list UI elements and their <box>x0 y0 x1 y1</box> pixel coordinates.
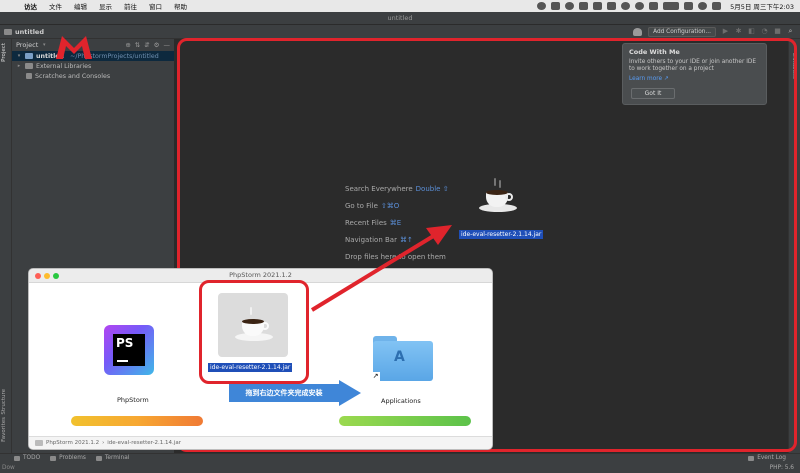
tool-tab-terminal[interactable]: Terminal <box>95 455 130 461</box>
tray-icon[interactable] <box>593 2 603 10</box>
tab-label: Terminal <box>104 455 130 461</box>
status-message: Dow <box>2 465 15 471</box>
tool-tab-project[interactable]: Project <box>1 43 11 62</box>
tray-icon[interactable] <box>621 2 631 10</box>
tool-tab-favorites[interactable]: Favorites <box>1 417 11 442</box>
menu-go[interactable]: 前往 <box>118 1 143 11</box>
menu-window[interactable]: 窗口 <box>143 1 168 11</box>
phpstorm-logo-bar <box>117 360 128 362</box>
phpstorm-bar <box>71 416 203 426</box>
control-center-icon[interactable] <box>712 2 722 10</box>
arrow-right-icon <box>339 380 361 406</box>
profile-icon[interactable]: ◔ <box>761 28 768 35</box>
toolbar: untitled Add Configuration... ▶ ✱ ◧ ◔ ■ … <box>0 25 800 39</box>
menu-help[interactable]: 帮助 <box>168 1 193 11</box>
php-version[interactable]: PHP: 5.6 <box>770 465 794 471</box>
menu-file[interactable]: 文件 <box>43 1 68 11</box>
run-icon[interactable]: ▶ <box>722 28 729 35</box>
chevron-right-icon[interactable]: ▸ <box>16 63 22 69</box>
tool-tab-todo[interactable]: TODO <box>14 455 40 461</box>
locate-icon[interactable]: ⊕ <box>125 41 130 49</box>
status-tray: 5月5日 周三下午2:03 <box>537 1 800 11</box>
battery-icon[interactable] <box>663 2 680 10</box>
app-store-glyph: A <box>394 349 405 365</box>
tree-item-label: External Libraries <box>36 62 92 70</box>
menu-view[interactable]: 显示 <box>93 1 118 11</box>
jar-highlight-card: ide-eval-resetter-2.1.14.jar <box>199 280 309 384</box>
coverage-icon[interactable]: ◧ <box>748 28 755 35</box>
event-log-label: Event Log <box>757 455 786 461</box>
window-title: untitled <box>0 12 800 25</box>
tray-icon[interactable] <box>635 2 645 10</box>
navbar-project[interactable]: untitled <box>0 28 44 36</box>
applications-folder-icon[interactable]: A ↗ <box>371 336 433 382</box>
menu-bar: 访达 文件 编辑 显示 前往 窗口 帮助 5月5日 周三下午2:03 <box>0 0 800 12</box>
tab-label: TODO <box>23 455 41 461</box>
problems-icon <box>50 455 57 461</box>
chevron-down-icon[interactable]: ▾ <box>16 53 22 59</box>
alias-arrow-icon: ↗ <box>371 372 380 381</box>
gear-icon[interactable]: ⚙ <box>154 41 160 49</box>
watermark-logo <box>56 36 92 59</box>
tray-icon[interactable] <box>579 2 589 10</box>
scratches-icon <box>26 73 32 79</box>
tray-icon[interactable] <box>551 2 561 10</box>
folder-icon <box>25 53 33 59</box>
left-tool-strip: Project Structure Favorites <box>0 39 12 453</box>
installer-jar-label[interactable]: ide-eval-resetter-2.1.14.jar <box>208 363 293 372</box>
terminal-icon <box>95 455 102 461</box>
project-view-selector[interactable]: Project <box>16 41 38 49</box>
tool-tab-structure[interactable]: Structure <box>1 389 11 415</box>
library-icon <box>25 63 33 69</box>
cup-handle <box>261 322 269 330</box>
wifi-icon[interactable] <box>684 2 694 10</box>
search-everywhere-icon[interactable]: ⌕ <box>787 28 794 35</box>
tray-icon[interactable] <box>565 2 575 10</box>
tree-item-scratches[interactable]: Scratches and Consoles <box>12 71 174 81</box>
tray-icon[interactable] <box>537 2 547 10</box>
event-log-button[interactable]: Event Log <box>748 455 786 461</box>
add-configuration-button[interactable]: Add Configuration... <box>648 26 716 37</box>
chevron-right-icon: › <box>102 440 105 446</box>
list-icon <box>14 455 20 461</box>
install-instruction-text: 拖到右边文件夹完成安装 <box>229 384 339 402</box>
status-path-file[interactable]: ide-eval-resetter-2.1.14.jar <box>107 440 181 446</box>
event-log-icon <box>748 455 755 461</box>
phpstorm-label: PhpStorm <box>117 396 149 404</box>
debug-icon[interactable]: ✱ <box>735 28 742 35</box>
hide-icon[interactable]: — <box>164 41 171 49</box>
tool-tab-problems[interactable]: Problems <box>50 455 86 461</box>
jar-tile[interactable] <box>218 293 288 357</box>
tree-item-external-libraries[interactable]: ▸ External Libraries <box>12 61 174 71</box>
bottom-status-bar: TODO Problems Terminal Event Log Dow PHP… <box>0 453 800 473</box>
applications-label: Applications <box>381 397 421 405</box>
status-path-volume[interactable]: PhpStorm 2021.1.2 <box>46 440 99 446</box>
navbar-project-label: untitled <box>15 27 44 36</box>
code-with-me-icon[interactable] <box>633 27 643 36</box>
tray-icon[interactable] <box>649 2 659 10</box>
installer-window: PhpStorm 2021.1.2 PS PhpStorm ide-eval-r… <box>28 268 493 450</box>
collapse-all-icon[interactable]: ⇅ <box>135 41 140 49</box>
installer-status-bar: PhpStorm 2021.1.2 › ide-eval-resetter-2.… <box>29 436 492 449</box>
tab-label: Problems <box>59 455 86 461</box>
java-jar-icon <box>234 307 274 343</box>
tray-icon[interactable] <box>607 2 617 10</box>
steam <box>250 307 252 315</box>
expand-all-icon[interactable]: ⇵ <box>144 41 149 49</box>
tree-item-label: Scratches and Consoles <box>35 72 111 80</box>
search-icon[interactable] <box>698 2 708 10</box>
menu-clock[interactable]: 5月5日 周三下午2:03 <box>726 1 794 11</box>
installer-title: PhpStorm 2021.1.2 <box>229 271 292 279</box>
phpstorm-logo-text: PS <box>116 336 134 350</box>
stop-icon[interactable]: ■ <box>774 28 781 35</box>
phpstorm-logo: PS <box>113 334 145 366</box>
disk-icon <box>35 440 43 446</box>
folder-icon <box>4 28 12 35</box>
chevron-down-icon[interactable]: ▾ <box>41 42 47 48</box>
menu-app[interactable]: 访达 <box>18 1 43 11</box>
applications-bar <box>339 416 471 426</box>
phpstorm-app-icon[interactable]: PS <box>104 325 154 375</box>
menu-edit[interactable]: 编辑 <box>68 1 93 11</box>
